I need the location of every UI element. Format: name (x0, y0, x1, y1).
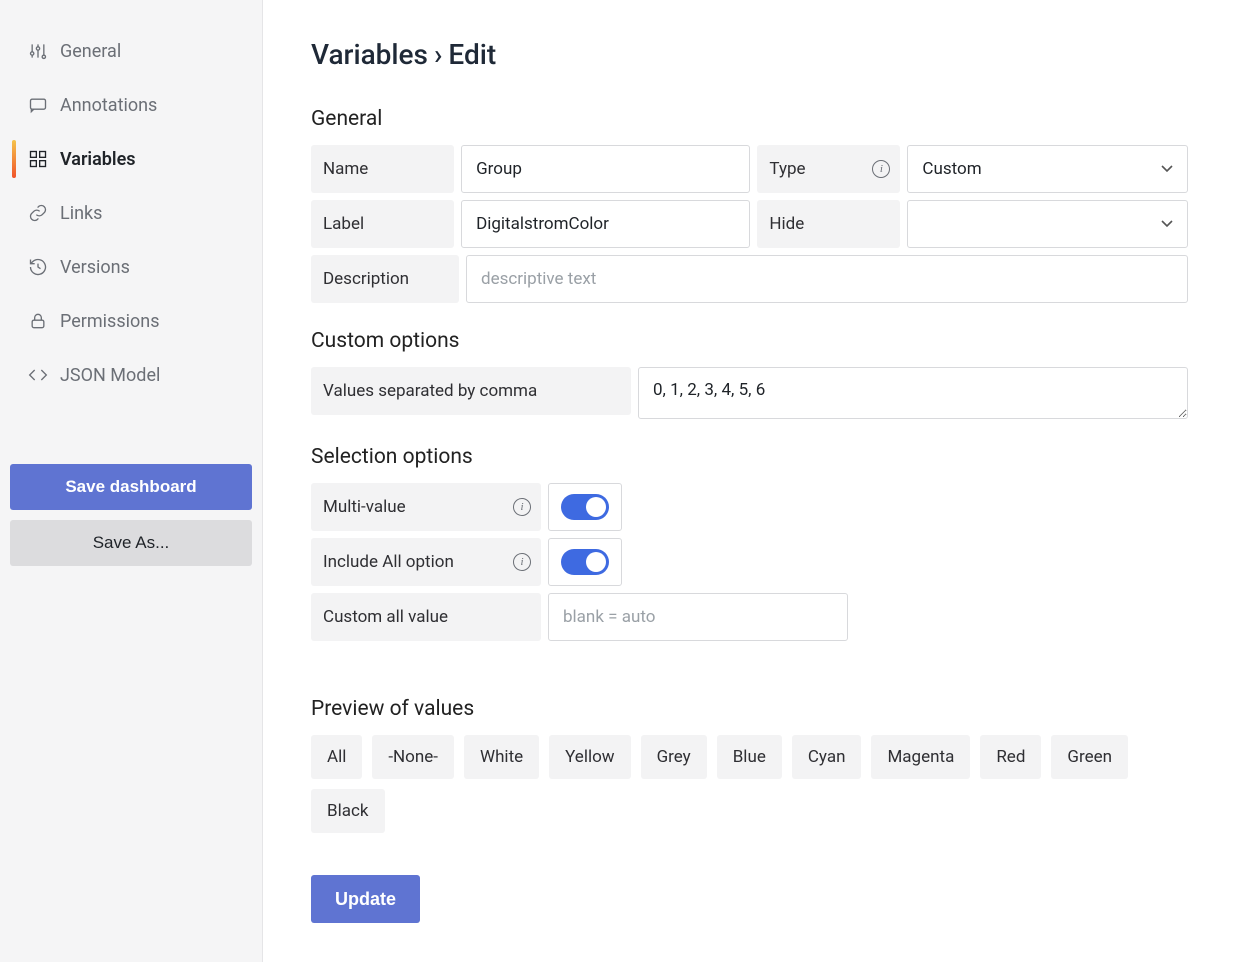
custom-all-value-input[interactable] (548, 593, 848, 641)
hide-label: Hide (757, 200, 900, 248)
preview-chip: All (311, 735, 362, 779)
preview-chip: Yellow (549, 735, 630, 779)
update-button[interactable]: Update (311, 875, 420, 923)
info-icon[interactable]: i (872, 160, 890, 178)
hide-select[interactable] (907, 200, 1188, 248)
label-label: Label (311, 200, 454, 248)
preview-chip: Magenta (871, 735, 970, 779)
sidebar-item-label: Annotations (60, 95, 157, 116)
type-label: Type i (757, 145, 900, 193)
preview-chip: Cyan (792, 735, 862, 779)
breadcrumb-leaf: Edit (448, 38, 496, 71)
name-input[interactable] (461, 145, 750, 193)
save-dashboard-button[interactable]: Save dashboard (10, 464, 252, 510)
save-as-button[interactable]: Save As... (10, 520, 252, 566)
multi-value-label: Multi-value i (311, 483, 541, 531)
preview-chip: Green (1051, 735, 1128, 779)
preview-chip: White (464, 735, 539, 779)
custom-values-input[interactable] (638, 367, 1188, 419)
sidebar-item-label: Links (60, 203, 102, 224)
code-icon (28, 365, 48, 385)
sliders-icon (28, 41, 48, 61)
info-icon[interactable]: i (513, 498, 531, 516)
preview-chip: -None- (372, 735, 454, 779)
sidebar-item-links[interactable]: Links (0, 186, 262, 240)
description-input[interactable] (466, 255, 1188, 303)
sidebar-item-label: JSON Model (60, 365, 160, 386)
preview-chip: Red (980, 735, 1041, 779)
grid-icon (28, 149, 48, 169)
include-all-toggle[interactable] (548, 538, 622, 586)
sidebar-item-label: Variables (60, 149, 136, 170)
sidebar-item-versions[interactable]: Versions (0, 240, 262, 294)
preview-chip: Grey (641, 735, 707, 779)
section-heading-selection-options: Selection options (311, 445, 1188, 469)
sidebar-item-permissions[interactable]: Permissions (0, 294, 262, 348)
breadcrumb-root[interactable]: Variables (311, 38, 428, 71)
section-heading-general: General (311, 107, 1188, 131)
custom-all-value-label: Custom all value (311, 593, 541, 641)
section-heading-custom-options: Custom options (311, 329, 1188, 353)
preview-chip: Black (311, 789, 385, 833)
sidebar-item-general[interactable]: General (0, 24, 262, 78)
include-all-label: Include All option i (311, 538, 541, 586)
description-label: Description (311, 255, 459, 303)
name-label: Name (311, 145, 454, 193)
comment-icon (28, 95, 48, 115)
sidebar-item-variables[interactable]: Variables (0, 132, 262, 186)
main-content: Variables›Edit General Name Type i Custo… (263, 0, 1236, 962)
history-icon (28, 257, 48, 277)
sidebar-item-annotations[interactable]: Annotations (0, 78, 262, 132)
type-select[interactable]: Custom (907, 145, 1188, 193)
sidebar-item-label: General (60, 41, 121, 62)
lock-icon (28, 311, 48, 331)
values-separated-label: Values separated by comma (311, 367, 631, 415)
sidebar-item-label: Versions (60, 257, 130, 278)
page-title: Variables›Edit (311, 38, 1188, 71)
label-input[interactable] (461, 200, 750, 248)
section-heading-preview: Preview of values (311, 697, 1188, 721)
preview-chip: Blue (717, 735, 782, 779)
link-icon (28, 203, 48, 223)
info-icon[interactable]: i (513, 553, 531, 571)
settings-sidebar: General Annotations Variables Links Versions… (0, 0, 263, 962)
multi-value-toggle[interactable] (548, 483, 622, 531)
sidebar-item-label: Permissions (60, 311, 160, 332)
sidebar-item-json-model[interactable]: JSON Model (0, 348, 262, 402)
